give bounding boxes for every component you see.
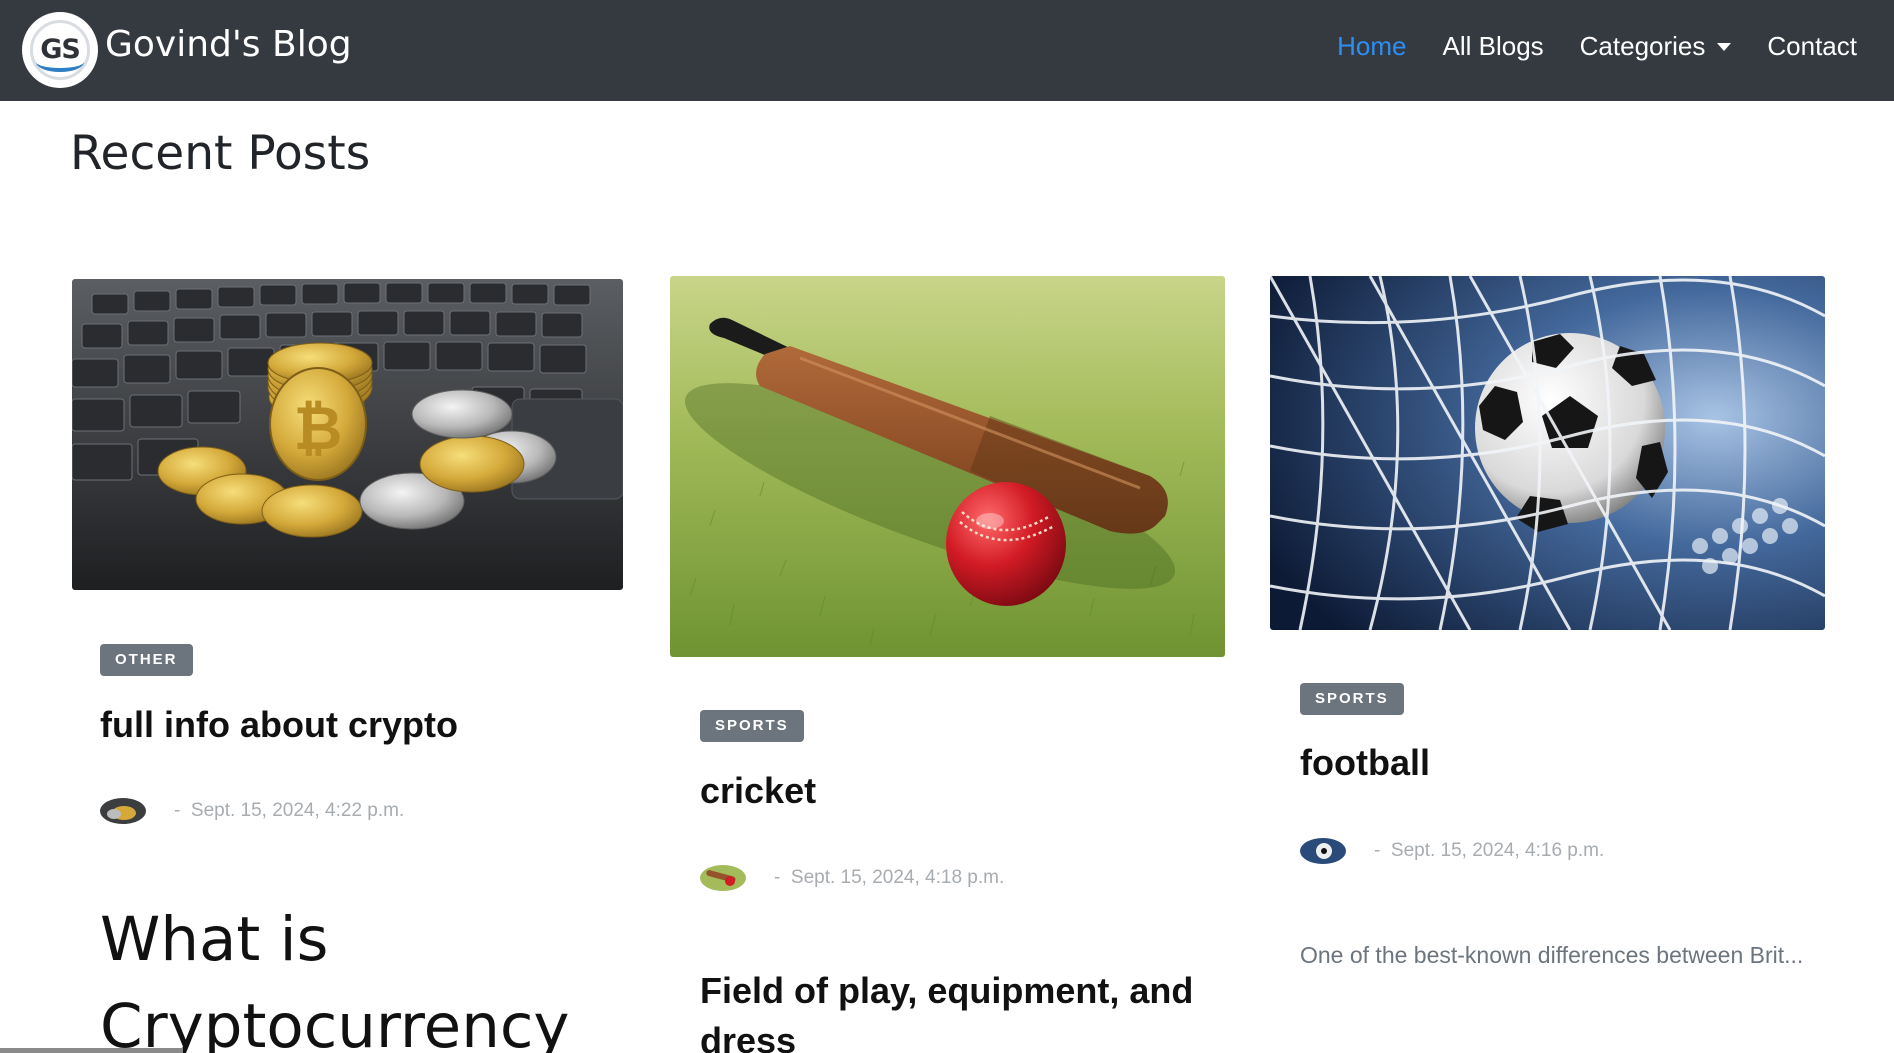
post-meta: - Sept. 15, 2024, 4:22 p.m. — [100, 798, 404, 824]
bitcoin-coins-on-laptop-image[interactable]: ₿ — [72, 279, 623, 590]
nav-links: Home All Blogs Categories Contact — [1301, 31, 1857, 62]
nav-contact-link[interactable]: Contact — [1767, 31, 1857, 62]
nav-home-link[interactable]: Home — [1337, 31, 1406, 62]
caret-down-icon — [1717, 42, 1732, 51]
post-content-heading: What is Cryptocurrency — [100, 904, 570, 1053]
post-title-link[interactable]: full info about crypto — [100, 704, 458, 746]
page-title: Recent Posts — [70, 126, 371, 181]
post-content-heading: Field of play, equipment, and dress — [700, 970, 1194, 1053]
cricket-bat-and-ball-image[interactable] — [670, 276, 1225, 657]
author-avatar — [1300, 838, 1346, 864]
gs-logo-icon: GS — [22, 12, 98, 88]
post-excerpt: One of the best-known differences betwee… — [1300, 942, 1804, 968]
post-title-link[interactable]: cricket — [700, 770, 816, 812]
category-badge[interactable]: SPORTS — [700, 710, 804, 742]
brand-name[interactable]: Govind's Blog — [105, 24, 352, 65]
post-meta: - Sept. 15, 2024, 4:18 p.m. — [700, 865, 1004, 891]
nav-categories-dropdown[interactable]: Categories — [1580, 31, 1732, 62]
post-title-link[interactable]: football — [1300, 742, 1430, 784]
author-avatar — [100, 798, 146, 824]
nav-all-blogs-link[interactable]: All Blogs — [1443, 31, 1544, 62]
post-date: - Sept. 15, 2024, 4:22 p.m. — [174, 800, 405, 821]
horizontal-scrollbar[interactable] — [0, 1048, 183, 1053]
post-date: - Sept. 15, 2024, 4:16 p.m. — [1374, 840, 1605, 861]
category-badge[interactable]: OTHER — [100, 644, 193, 676]
post-date: - Sept. 15, 2024, 4:18 p.m. — [774, 867, 1005, 888]
nav-categories-label: Categories — [1579, 31, 1706, 61]
navbar: GS Govind's Blog Home All Blogs Categori… — [0, 0, 1894, 101]
svg-text:₿: ₿ — [294, 394, 343, 464]
football-in-net-image[interactable] — [1270, 276, 1825, 630]
post-meta: - Sept. 15, 2024, 4:16 p.m. — [1300, 838, 1604, 864]
category-badge[interactable]: SPORTS — [1300, 683, 1404, 715]
brand-link[interactable]: GS Govind's Blog — [22, 12, 352, 88]
author-avatar — [700, 865, 746, 891]
